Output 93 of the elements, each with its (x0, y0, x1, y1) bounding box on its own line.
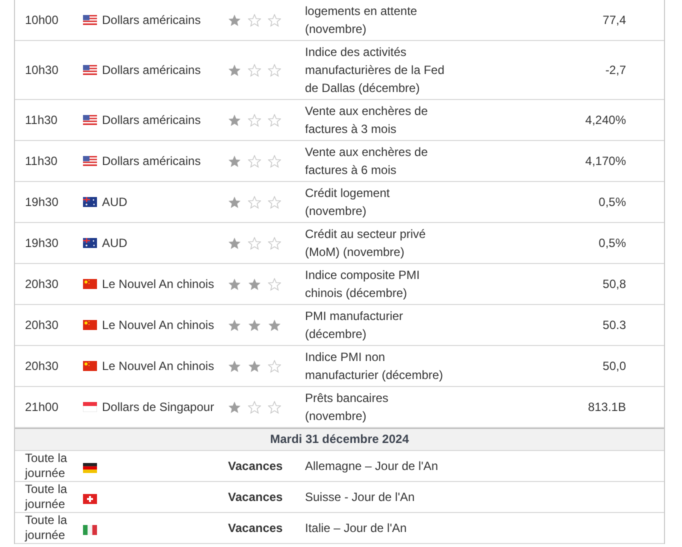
currency-name: AUD (102, 235, 128, 252)
empty-star-icon (268, 196, 281, 208)
flag-icon (83, 15, 97, 25)
event-name: Vente aux enchères de factures à 6 mois (305, 144, 429, 179)
flag-icon (83, 494, 97, 504)
filled-star-icon (228, 360, 241, 372)
filled-star-icon (248, 318, 261, 332)
event-value: 4,170% (585, 153, 627, 170)
filled-star-icon (248, 360, 261, 372)
filled-star-icon (228, 14, 241, 26)
flag-icon (83, 156, 97, 166)
event-time: 19h30 (24, 235, 60, 252)
currency-name: Dollars américains (102, 112, 201, 129)
filled-star-icon (228, 236, 241, 250)
flag-icon (83, 238, 97, 248)
empty-star-icon (268, 154, 281, 168)
event-name: logements en attente (novembre) (305, 3, 418, 38)
empty-star-icon (248, 14, 261, 26)
event-time: 10h00 (24, 12, 60, 29)
currency-name: AUD (102, 194, 128, 211)
event-value: 50,8 (602, 276, 627, 293)
event-value: 4,240% (585, 112, 627, 129)
event-value: 50,0 (602, 358, 627, 375)
holiday-name: Allemagne – Jour de l'An (305, 458, 440, 475)
flag-icon (83, 361, 97, 371)
flag-icon (83, 65, 97, 75)
event-name: PMI manufacturier (décembre) (305, 308, 404, 343)
filled-star-icon (228, 64, 241, 76)
event-value: 0,5% (598, 194, 627, 211)
empty-star-icon (248, 400, 261, 414)
filled-star-icon (228, 278, 241, 290)
event-time: 11h30 (24, 112, 58, 129)
event-time: Toute la journée (24, 451, 68, 481)
event-time: Toute la journée (24, 482, 68, 512)
empty-star-icon (248, 154, 261, 168)
event-name: Vente aux enchères de factures à 3 mois (305, 103, 429, 138)
event-name: Indice composite PMI chinois (décembre) (305, 267, 421, 302)
filled-star-icon (228, 318, 241, 332)
event-value: 50.3 (602, 317, 627, 334)
empty-star-icon (268, 236, 281, 250)
empty-star-icon (268, 360, 281, 372)
filled-star-icon (228, 196, 241, 208)
empty-star-icon (248, 236, 261, 250)
event-name: Indice PMI non manufacturier (décembre) (305, 349, 444, 384)
event-time: 20h30 (24, 276, 60, 293)
currency-name: Le Nouvel An chinois (102, 276, 214, 293)
holiday-label: Vacances (228, 490, 283, 504)
holiday-name: Suisse - Jour de l'An (305, 489, 416, 506)
event-value: 813.1B (588, 399, 627, 416)
event-time: 19h30 (24, 194, 60, 211)
flag-icon (83, 320, 97, 330)
currency-name: Dollars américains (102, 62, 201, 79)
empty-star-icon (268, 114, 281, 126)
event-value: 0,5% (598, 235, 627, 252)
empty-star-icon (248, 64, 261, 76)
filled-star-icon (268, 318, 281, 332)
currency-name: Le Nouvel An chinois (102, 358, 214, 375)
event-time: Toute la journée (24, 513, 68, 543)
empty-star-icon (268, 14, 281, 26)
event-name: Indice des activités manufacturières de la Fed de Dallas (décembre) (305, 44, 446, 97)
empty-star-icon (268, 278, 281, 290)
flag-icon (83, 279, 97, 289)
flag-icon (83, 462, 97, 472)
event-time: 21h00 (24, 399, 60, 416)
date-header: Mardi 31 décembre 2024 (15, 428, 664, 451)
empty-star-icon (268, 400, 281, 414)
empty-star-icon (248, 114, 261, 126)
holiday-name: Italie – Jour de l'An (305, 520, 408, 537)
event-time: 20h30 (24, 358, 60, 375)
holiday-label: Vacances (228, 520, 283, 536)
filled-star-icon (228, 114, 241, 126)
event-name: Crédit logement (novembre) (305, 185, 391, 220)
empty-star-icon (248, 196, 261, 208)
flag-icon (83, 115, 97, 125)
empty-star-icon (268, 64, 281, 76)
event-time: 10h30 (24, 62, 60, 79)
filled-star-icon (248, 278, 261, 290)
event-value: -2,7 (605, 62, 627, 79)
filled-star-icon (228, 154, 241, 168)
holiday-label: Vacances (228, 458, 283, 474)
event-time: 11h30 (24, 153, 58, 170)
flag-icon (83, 402, 97, 412)
event-value: 77,4 (602, 12, 627, 29)
event-name: Crédit au secteur privé (MoM) (novembre) (305, 226, 427, 261)
currency-name: Dollars américains (102, 153, 201, 170)
currency-name: Le Nouvel An chinois (102, 317, 214, 334)
flag-icon (83, 524, 97, 534)
event-name: Prêts bancaires (novembre) (305, 390, 390, 425)
filled-star-icon (228, 400, 241, 414)
event-time: 20h30 (24, 317, 60, 334)
flag-icon (83, 197, 97, 207)
currency-name: Dollars de Singapour (102, 399, 214, 416)
currency-name: Dollars américains (102, 12, 201, 29)
